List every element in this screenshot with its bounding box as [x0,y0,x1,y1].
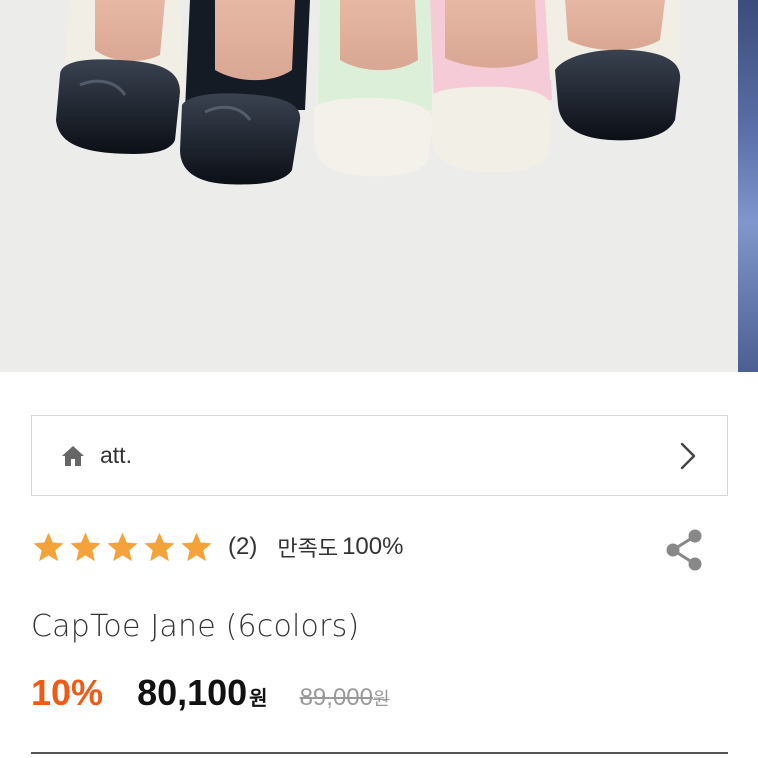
satisfaction-label: 만족도 [277,537,339,562]
star-rating [31,530,214,565]
star-icon [70,532,101,561]
satisfaction-value: 100% [342,533,404,560]
brand-name: att. [100,442,132,468]
review-count[interactable]: (2) [228,533,257,561]
product-photo [56,0,681,185]
price-info: 10% 80,100 원 89,000 원 [31,672,390,720]
rating-summary[interactable]: (2) 만족도 100% [31,523,403,571]
chevron-right-icon [677,441,699,471]
star-icon [181,532,212,561]
brand-shop-link[interactable]: att. [31,415,728,496]
product-title: CapToe Jane (6colors) [31,609,360,644]
divider [31,752,728,754]
star-icon [107,532,138,561]
original-price: 89,000 [299,684,373,711]
home-icon [60,443,86,469]
next-slide-preview[interactable] [738,0,758,372]
share-icon[interactable] [660,525,708,575]
product-image[interactable] [0,0,758,372]
star-icon [33,532,64,561]
sale-price-unit: 원 [249,686,268,710]
discount-rate: 10% [31,672,104,713]
sale-price: 80,100 [137,672,248,713]
star-icon [144,532,175,561]
original-price-unit: 원 [372,689,390,710]
